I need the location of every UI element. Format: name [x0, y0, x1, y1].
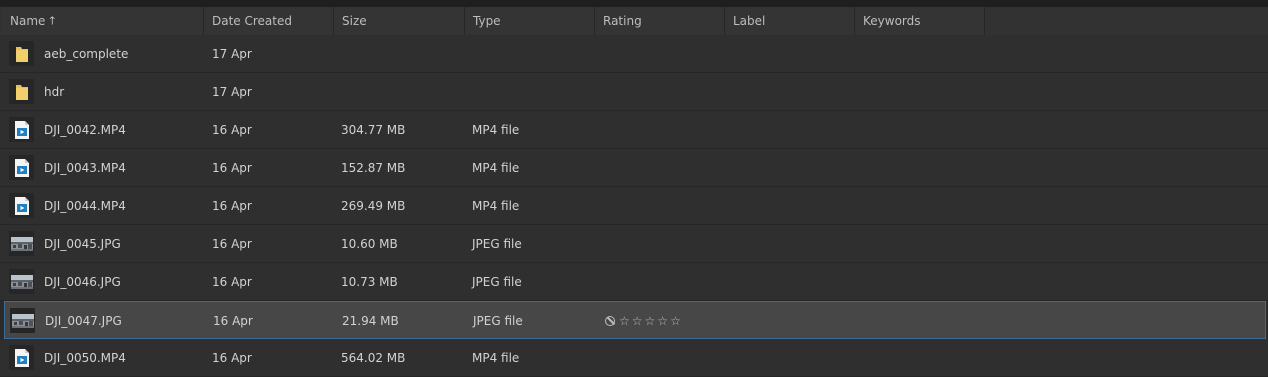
- column-header-label: Size: [342, 14, 367, 28]
- file-date: 16 Apr: [212, 161, 252, 175]
- file-size: 10.60 MB: [341, 237, 398, 251]
- file-name: DJI_0044.MP4: [44, 199, 126, 213]
- file-name: DJI_0043.MP4: [44, 161, 126, 175]
- column-header-label: Label: [733, 14, 766, 28]
- rating-control[interactable]: ☆ ☆ ☆ ☆ ☆: [605, 302, 681, 340]
- column-header-label: Date Created: [212, 14, 292, 28]
- file-date: 16 Apr: [212, 123, 252, 137]
- column-header-label[interactable]: Label: [725, 7, 855, 35]
- column-header-name[interactable]: Name 🡑: [2, 7, 204, 35]
- file-type: MP4 file: [472, 199, 520, 213]
- rating-star-icon[interactable]: ☆: [645, 315, 656, 327]
- file-date: 16 Apr: [212, 199, 252, 213]
- file-date: 16 Apr: [212, 237, 252, 251]
- file-name: aeb_complete: [44, 47, 129, 61]
- file-row[interactable]: aeb_complete 17 Apr: [0, 35, 1268, 73]
- file-date: 16 Apr: [213, 314, 253, 328]
- file-type: JPEG file: [472, 237, 522, 251]
- file-type: MP4 file: [472, 161, 520, 175]
- file-row[interactable]: DJI_0046.JPG 16 Apr 10.73 MB JPEG file: [0, 263, 1268, 301]
- file-size: 21.94 MB: [342, 314, 399, 328]
- folder-icon: [9, 41, 34, 66]
- file-row[interactable]: DJI_0047.JPG 16 Apr 21.94 MB JPEG file ☆ ☆ ☆ ☆ ☆: [4, 301, 1266, 339]
- file-size: 564.02 MB: [341, 351, 406, 365]
- file-size: 152.87 MB: [341, 161, 406, 175]
- file-type: JPEG file: [473, 314, 523, 328]
- column-header-type[interactable]: Type: [465, 7, 595, 35]
- column-header-label: Type: [473, 14, 501, 28]
- file-row[interactable]: hdr 17 Apr: [0, 73, 1268, 111]
- column-header-size[interactable]: Size: [334, 7, 465, 35]
- clear-rating-icon[interactable]: [605, 316, 615, 326]
- sort-ascending-icon: 🡑: [49, 13, 56, 27]
- video-file-icon: [9, 193, 34, 218]
- file-date: 17 Apr: [212, 47, 252, 61]
- file-list: aeb_complete 17 Apr hdr 17 Apr DJI_0042.MP4 1…: [0, 35, 1268, 377]
- column-header-date[interactable]: Date Created: [204, 7, 334, 35]
- video-file-icon: [9, 345, 34, 370]
- file-type: JPEG file: [472, 275, 522, 289]
- file-name: DJI_0050.MP4: [44, 351, 126, 365]
- file-name: DJI_0047.JPG: [45, 314, 122, 328]
- top-strip: [0, 0, 1268, 7]
- file-size: 304.77 MB: [341, 123, 406, 137]
- file-type: MP4 file: [472, 351, 520, 365]
- file-size: 10.73 MB: [341, 275, 398, 289]
- file-name: DJI_0045.JPG: [44, 237, 121, 251]
- file-row[interactable]: DJI_0043.MP4 16 Apr 152.87 MB MP4 file: [0, 149, 1268, 187]
- rating-star-icon[interactable]: ☆: [632, 315, 643, 327]
- file-name: DJI_0042.MP4: [44, 123, 126, 137]
- file-date: 16 Apr: [212, 351, 252, 365]
- file-name: hdr: [44, 85, 65, 99]
- image-thumbnail-icon: [10, 308, 35, 333]
- video-file-icon: [9, 155, 34, 180]
- rating-star-icon[interactable]: ☆: [657, 315, 668, 327]
- column-header-rating[interactable]: Rating: [595, 7, 725, 35]
- rating-star-icon[interactable]: ☆: [670, 315, 681, 327]
- image-thumbnail-icon: [9, 269, 34, 294]
- file-row[interactable]: DJI_0050.MP4 16 Apr 564.02 MB MP4 file: [0, 339, 1268, 377]
- file-row[interactable]: DJI_0044.MP4 16 Apr 269.49 MB MP4 file: [0, 187, 1268, 225]
- column-header: Name 🡑 Date Created Size Type Rating Label Keyw…: [2, 7, 985, 35]
- folder-icon: [9, 79, 34, 104]
- file-row[interactable]: DJI_0042.MP4 16 Apr 304.77 MB MP4 file: [0, 111, 1268, 149]
- file-date: 16 Apr: [212, 275, 252, 289]
- column-header-label: Keywords: [863, 14, 921, 28]
- video-file-icon: [9, 117, 34, 142]
- rating-star-icon[interactable]: ☆: [619, 315, 630, 327]
- image-thumbnail-icon: [9, 231, 34, 256]
- file-row[interactable]: DJI_0045.JPG 16 Apr 10.60 MB JPEG file: [0, 225, 1268, 263]
- column-header-label: Name: [10, 14, 46, 28]
- file-type: MP4 file: [472, 123, 520, 137]
- column-header-keywords[interactable]: Keywords: [855, 7, 985, 35]
- file-size: 269.49 MB: [341, 199, 406, 213]
- file-date: 17 Apr: [212, 85, 252, 99]
- column-header-label: Rating: [603, 14, 642, 28]
- file-name: DJI_0046.JPG: [44, 275, 121, 289]
